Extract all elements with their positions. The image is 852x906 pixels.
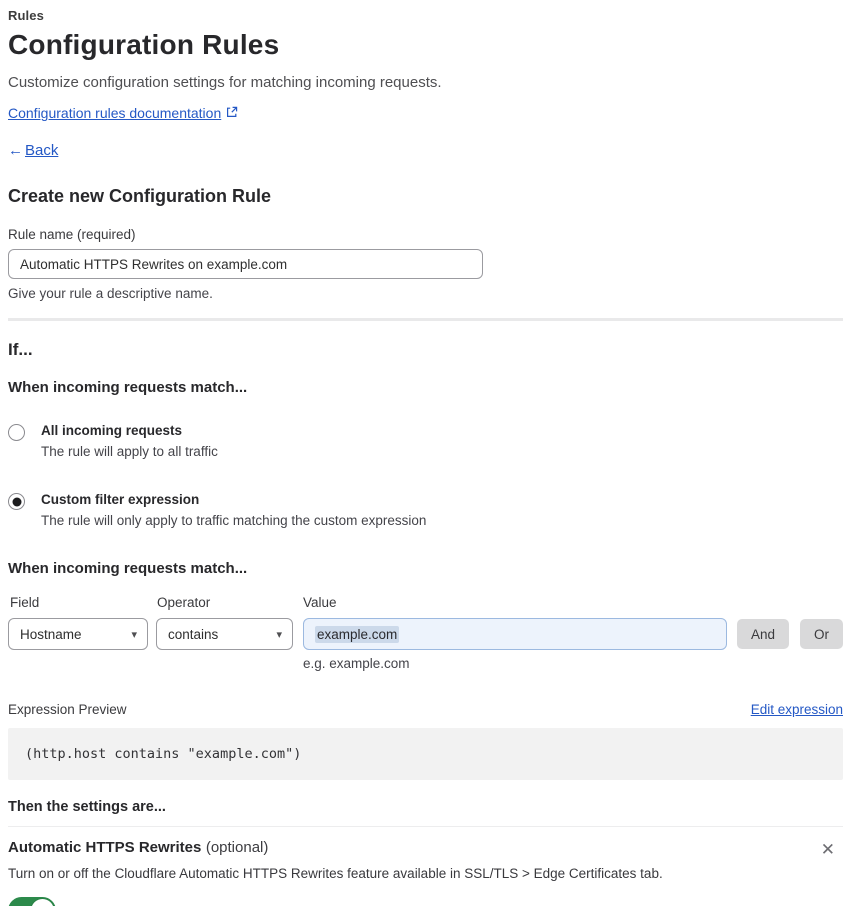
value-input[interactable]: example.com (303, 618, 727, 650)
radio-description: The rule will apply to all traffic (41, 444, 218, 459)
radio-label: Custom filter expression (41, 492, 200, 507)
rule-name-help: Give your rule a descriptive name. (8, 286, 213, 301)
external-link-icon (226, 106, 238, 118)
expression-preview-header: Expression Preview Edit expression (8, 702, 843, 717)
radio-label: All incoming requests (41, 423, 183, 438)
builder-heading: When incoming requests match... (8, 560, 248, 577)
radio-custom-filter-expression[interactable]: Custom filter expression The rule will o… (8, 492, 843, 528)
operator-select-value: contains (168, 626, 219, 642)
setting-title: Automatic HTTPS Rewrites (8, 839, 202, 856)
incoming-requests-match-heading: When incoming requests match... (8, 379, 248, 396)
radio-button[interactable] (8, 493, 25, 510)
close-icon[interactable]: ✕ (821, 839, 843, 858)
setting-optional-label: (optional) (205, 839, 269, 856)
breadcrumb: Rules (8, 8, 44, 23)
then-settings-heading: Then the settings are... (8, 799, 166, 815)
section-divider (8, 318, 843, 321)
create-rule-heading: Create new Configuration Rule (8, 186, 272, 206)
back-link[interactable]: Back (25, 142, 58, 159)
field-column-label: Field (10, 595, 40, 610)
page-subtitle: Customize configuration settings for mat… (8, 74, 442, 91)
operator-select[interactable]: contains ▾ (156, 618, 293, 650)
or-button[interactable]: Or (800, 619, 843, 649)
documentation-link[interactable]: Configuration rules documentation (8, 105, 221, 121)
radio-all-incoming-requests[interactable]: All incoming requests The rule will appl… (8, 423, 843, 459)
radio-button[interactable] (8, 424, 25, 441)
field-select-value: Hostname (20, 626, 82, 642)
field-select[interactable]: Hostname ▾ (8, 618, 148, 650)
expression-preview-label: Expression Preview (8, 702, 127, 717)
expression-code: (http.host contains "example.com") (25, 746, 302, 762)
rule-name-input[interactable] (8, 249, 483, 279)
chevron-down-icon: ▾ (131, 628, 137, 641)
chevron-down-icon: ▾ (276, 628, 282, 641)
radio-description: The rule will only apply to traffic matc… (41, 513, 427, 528)
and-button[interactable]: And (736, 619, 789, 649)
expression-builder: When incoming requests match... Field Op… (8, 560, 843, 671)
documentation-link-row: Configuration rules documentation (8, 105, 843, 121)
expression-preview-code-block: (http.host contains "example.com") (8, 728, 843, 780)
check-icon: ✓ (16, 902, 27, 906)
value-hint: e.g. example.com (303, 656, 410, 671)
setting-description: Turn on or off the Cloudflare Automatic … (8, 866, 663, 881)
value-column-label: Value (303, 595, 337, 610)
edit-expression-link[interactable]: Edit expression (751, 702, 843, 717)
back-row: ← Back (8, 142, 843, 159)
match-type-radio-group: All incoming requests The rule will appl… (8, 423, 843, 528)
setting-card-automatic-https-rewrites: Automatic HTTPS Rewrites (optional) ✕ Tu… (8, 826, 843, 906)
automatic-https-rewrites-toggle[interactable]: ✓ (8, 897, 56, 906)
rule-name-label: Rule name (required) (8, 227, 136, 242)
if-heading: If... (8, 340, 33, 359)
operator-column-label: Operator (157, 595, 211, 610)
back-arrow-icon: ← (8, 142, 23, 159)
value-input-text: example.com (315, 625, 400, 643)
toggle-knob (31, 899, 54, 906)
page-title: Configuration Rules (8, 29, 280, 60)
